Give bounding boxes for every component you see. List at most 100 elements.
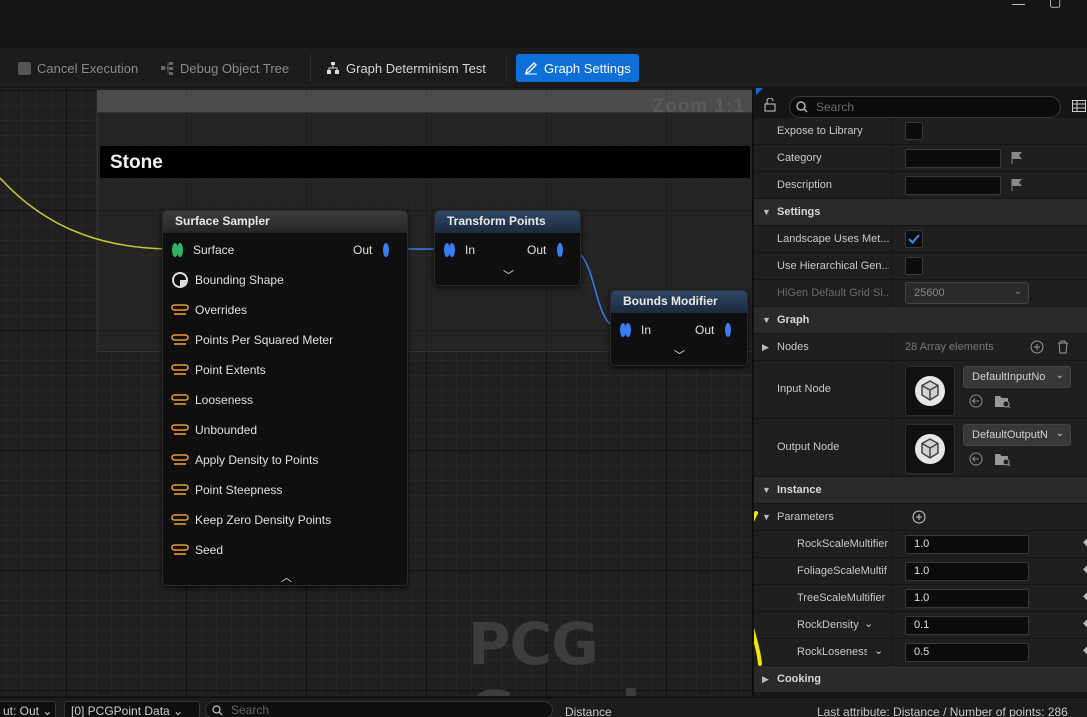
description-row: Description (754, 172, 1087, 199)
output-pin-out[interactable]: Out (527, 240, 570, 260)
input-pin[interactable]: Apply Density to Points (171, 450, 318, 470)
property-label: Description (777, 179, 833, 191)
graph-section-header[interactable]: ▼ Graph (754, 307, 1087, 334)
cancel-execution-label: Cancel Execution (37, 60, 139, 76)
description-field[interactable] (905, 176, 1001, 195)
use-selected-arrow-icon[interactable] (969, 394, 983, 408)
parameter-value-field[interactable]: 1.0 (905, 562, 1029, 581)
search-icon (796, 101, 808, 113)
expand-chevron-down-icon[interactable]: ﹀ (674, 347, 685, 363)
chevron-down-icon: ⌄ (1052, 370, 1064, 381)
input-pin-in[interactable]: In (443, 240, 475, 260)
input-pin[interactable]: Bounding Shape (171, 270, 284, 290)
column-header: Distance (565, 705, 612, 717)
output-pin-out[interactable]: Out (695, 320, 738, 340)
pin-label: In (465, 243, 476, 257)
input-pin[interactable]: Points Per Squared Meter (171, 330, 333, 350)
input-node-thumbnail[interactable] (905, 366, 955, 416)
category-field[interactable] (905, 149, 1001, 168)
property-label: Parameters (777, 511, 834, 523)
use-hierarchical-generation-checkbox[interactable] (905, 257, 923, 275)
trash-icon[interactable] (1056, 340, 1070, 354)
expose-to-library-checkbox[interactable] (905, 122, 923, 140)
lock-icon[interactable] (764, 98, 776, 112)
debug-object-tree-button[interactable]: Debug Object Tree (152, 54, 297, 82)
chevron-down-icon[interactable]: ⌄ (864, 617, 873, 630)
input-node-dropdown[interactable]: DefaultInputNo ⌄ (963, 366, 1071, 388)
cancel-execution-button[interactable]: Cancel Execution (10, 54, 146, 82)
landscape-uses-metadata-checkbox[interactable] (905, 230, 923, 248)
statusbar-search-input[interactable]: Search (205, 701, 553, 717)
focus-corner (756, 88, 763, 95)
output-node-thumbnail[interactable] (905, 424, 955, 474)
output-node-dropdown[interactable]: DefaultOutputN ⌄ (963, 424, 1071, 446)
parameter-value-field[interactable]: 0.1 (905, 616, 1029, 635)
chevron-down-icon[interactable]: ⌄ (874, 644, 883, 657)
expand-chevron-down-icon[interactable]: ﹀ (503, 267, 514, 283)
parameter-row: RockScaleMultifier 1.0 ◆ (754, 531, 1087, 558)
graph-determinism-test-button[interactable]: Graph Determinism Test (318, 54, 494, 82)
use-selected-arrow-icon[interactable] (969, 452, 983, 466)
parameter-row: FoliageScaleMultif 1.0 ◆ (754, 558, 1087, 585)
instance-section-header[interactable]: ▼ Instance (754, 477, 1087, 504)
property-label: Input Node (777, 383, 831, 395)
input-node-row: Input Node DefaultInputNo ⌄ (754, 361, 1087, 419)
details-search-input[interactable]: Search (789, 96, 1061, 118)
higen-grid-size-dropdown[interactable]: 25600 ⌄ (905, 282, 1029, 304)
surface-sampler-node[interactable]: Surface Sampler Surface Bounding Shape Ove… (162, 210, 408, 586)
input-pin[interactable]: Point Extents (171, 360, 266, 380)
diamond-icon[interactable]: ◆ (1083, 618, 1087, 629)
property-label: Output Node (777, 441, 840, 453)
pin-selector-dropdown[interactable]: ut: Out ⌄ (0, 701, 56, 717)
input-pin[interactable]: Point Steepness (171, 480, 282, 500)
category-row: Category (754, 145, 1087, 172)
point-pin-icon (557, 243, 564, 257)
parameter-value-field[interactable]: 0.5 (905, 643, 1029, 662)
diamond-icon[interactable]: ◆ (1083, 591, 1087, 602)
settings-section-header[interactable]: ▼ Settings (754, 199, 1087, 226)
parameter-value: 1.0 (914, 538, 930, 550)
input-pin[interactable]: Seed (171, 540, 223, 560)
data-selector-dropdown[interactable]: [0] PCGPoint Data ⌄ (64, 701, 200, 717)
minimize-icon[interactable]: — (1012, 0, 1025, 11)
node-title: Bounds Modifier (611, 291, 747, 313)
parameter-value-field[interactable]: 1.0 (905, 535, 1029, 554)
collapse-arrow-icon: ▼ (762, 207, 771, 217)
flag-icon[interactable] (1010, 151, 1023, 165)
input-pin[interactable]: Looseness (171, 390, 253, 410)
param-pin-icon (171, 544, 189, 555)
cooking-section-header[interactable]: ▶ Cooking (754, 666, 1087, 693)
parameter-value-field[interactable]: 1.0 (905, 589, 1029, 608)
input-pin[interactable]: Keep Zero Density Points (171, 510, 331, 530)
cube-icon (915, 434, 945, 464)
output-pin-out[interactable]: Out (353, 240, 396, 260)
input-pin[interactable]: Surface (171, 240, 234, 260)
input-pin-in[interactable]: In (619, 320, 651, 340)
transform-points-node[interactable]: Transform Points In Out ﹀ (434, 210, 581, 286)
diamond-icon[interactable]: ◆ (1083, 645, 1087, 656)
bounds-modifier-node[interactable]: Bounds Modifier In Out ﹀ (610, 290, 748, 366)
input-pin[interactable]: Overrides (171, 300, 247, 320)
browse-folder-icon[interactable] (994, 451, 1012, 467)
add-element-icon[interactable] (1030, 340, 1044, 354)
input-pin[interactable]: Unbounded (171, 420, 257, 440)
chevron-down-icon: ⌄ (1013, 286, 1022, 297)
browse-folder-icon[interactable] (994, 393, 1012, 409)
maximize-icon[interactable]: ▢ (1049, 0, 1061, 10)
expand-arrow-icon[interactable]: ▶ (762, 342, 769, 353)
diamond-icon[interactable]: ◆ (1083, 564, 1087, 575)
param-pin-icon (171, 484, 189, 495)
flag-icon[interactable] (1010, 178, 1023, 192)
property-label: Use Hierarchical Gen... (777, 260, 889, 272)
pin-label: Apply Density to Points (195, 453, 319, 467)
table-view-icon[interactable] (1072, 100, 1086, 112)
add-parameter-icon[interactable] (912, 510, 926, 524)
dropdown-value: 25600 (914, 287, 945, 299)
diamond-icon[interactable]: ◆ (1083, 537, 1087, 548)
collapse-chevron-up-icon[interactable]: ︿ (281, 569, 292, 585)
cube-icon (915, 376, 945, 406)
property-label: HiGen Default Grid Si... (777, 287, 889, 299)
graph-toolbar: Cancel Execution Debug Object Tree Graph… (0, 47, 1087, 87)
graph-settings-button[interactable]: Graph Settings (516, 54, 639, 82)
graph-canvas[interactable]: Zoom 1:1 Stone Surface Sampler Surface Bo… (0, 88, 753, 696)
